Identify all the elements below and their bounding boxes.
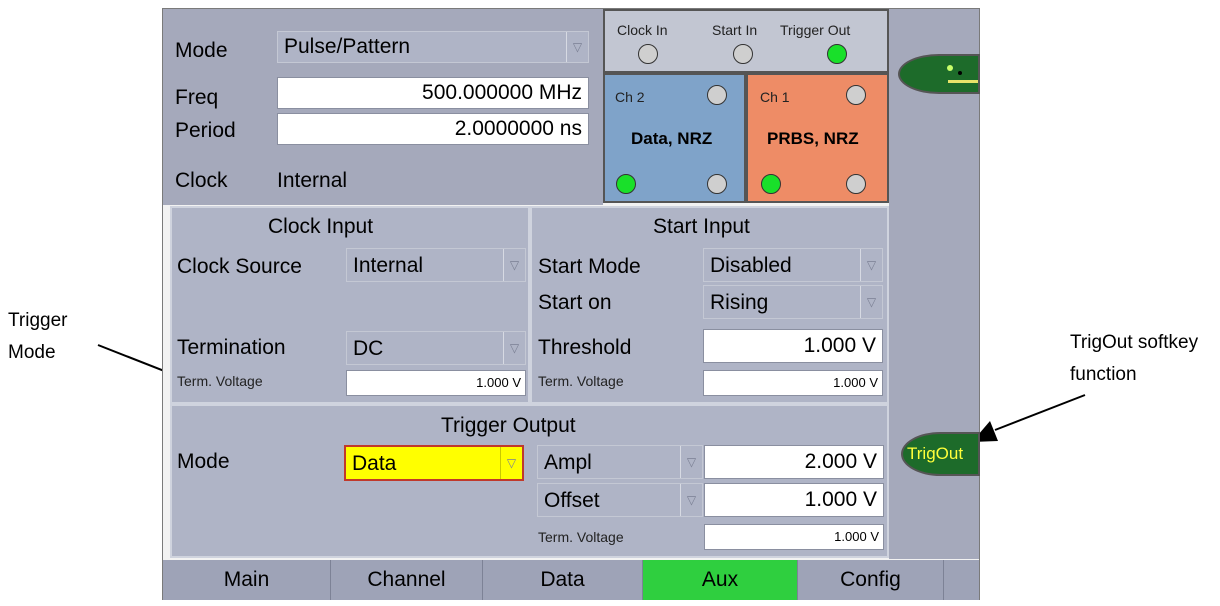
tab-aux-label: Aux — [701, 568, 739, 591]
ch2-connector-right — [707, 174, 727, 194]
trigger-mode-dropdown[interactable]: Data ▽ — [344, 445, 524, 481]
chevron-down-icon: ▽ — [860, 249, 882, 281]
chevron-down-icon: ▽ — [680, 484, 702, 516]
freq-field[interactable]: 500.000000 MHz — [277, 77, 589, 109]
clock-input-title: Clock Input — [268, 215, 374, 238]
instrument-screen: Mode Pulse/Pattern ▽ Freq 500.000000 MHz… — [162, 8, 980, 600]
period-label: Period — [175, 119, 236, 142]
trigger-out-label: Trigger Out — [780, 22, 851, 38]
mode-label: Mode — [175, 39, 228, 62]
offset-field[interactable]: 1.000 V — [704, 483, 884, 517]
start-term-voltage-label: Term. Voltage — [538, 373, 624, 389]
mode-dropdown[interactable]: Pulse/Pattern ▽ — [277, 31, 589, 63]
trigger-term-voltage-field[interactable]: 1.000 V — [704, 524, 884, 550]
tab-data[interactable]: Data — [483, 560, 643, 600]
connector-icon — [947, 65, 978, 83]
clock-source-value: Internal — [353, 254, 424, 277]
clock-source-label: Clock Source — [177, 255, 302, 278]
chevron-down-icon: ▽ — [503, 332, 525, 364]
start-in-connector — [733, 44, 753, 64]
clock-in-label: Clock In — [617, 22, 668, 38]
termination-label: Termination — [177, 336, 286, 359]
start-mode-value: Disabled — [710, 254, 792, 277]
trigger-out-connector — [827, 44, 847, 64]
trigout-softkey[interactable]: TrigOut — [901, 432, 980, 476]
chevron-down-icon: ▽ — [680, 446, 702, 478]
ch2-description: Data, NRZ — [631, 129, 713, 148]
ampl-label: Ampl — [544, 451, 592, 474]
trigger-mode-label: Mode — [177, 450, 230, 473]
ch1-description: PRBS, NRZ — [767, 129, 859, 148]
ampl-field[interactable]: 2.000 V — [704, 445, 884, 479]
termination-value: DC — [353, 337, 384, 360]
tab-channel[interactable]: Channel — [331, 560, 483, 600]
ch2-label: Ch 2 — [615, 89, 645, 105]
tab-config[interactable]: Config — [798, 560, 944, 600]
tab-channel-label: Channel — [367, 568, 446, 591]
clock-label: Clock — [175, 169, 228, 192]
ch2-connector-top — [707, 85, 727, 105]
start-input-title: Start Input — [653, 215, 750, 238]
offset-label: Offset — [544, 489, 600, 512]
clock-value: Internal — [277, 169, 348, 192]
connector-softkey[interactable] — [898, 54, 980, 94]
ampl-dropdown[interactable]: Ampl ▽ — [537, 445, 703, 479]
ch1-label: Ch 1 — [760, 89, 790, 105]
ch2-connector-left — [616, 174, 636, 194]
start-on-dropdown[interactable]: Rising ▽ — [703, 285, 883, 319]
threshold-field[interactable]: 1.000 V — [703, 329, 883, 363]
threshold-label: Threshold — [538, 336, 632, 359]
clock-term-voltage-label: Term. Voltage — [177, 373, 263, 389]
trigger-term-voltage-label: Term. Voltage — [538, 529, 624, 545]
trigout-softkey-label: TrigOut — [907, 444, 964, 463]
start-in-label: Start In — [712, 22, 758, 38]
chevron-down-icon: ▽ — [566, 32, 588, 62]
chevron-down-icon: ▽ — [860, 286, 882, 318]
trigger-output-title: Trigger Output — [441, 414, 576, 437]
clock-term-voltage-field[interactable]: 1.000 V — [346, 370, 526, 396]
tab-config-label: Config — [840, 568, 901, 591]
termination-dropdown[interactable]: DC ▽ — [346, 331, 526, 365]
start-mode-dropdown[interactable]: Disabled ▽ — [703, 248, 883, 282]
ch1-connector-right — [846, 174, 866, 194]
chevron-down-icon: ▽ — [503, 249, 525, 281]
start-term-voltage-field[interactable]: 1.000 V — [703, 370, 883, 396]
tab-data-label: Data — [540, 568, 585, 591]
trigger-mode-value: Data — [352, 452, 397, 475]
ch1-connector-top — [846, 85, 866, 105]
period-field[interactable]: 2.0000000 ns — [277, 113, 589, 145]
start-mode-label: Start Mode — [538, 255, 641, 278]
clock-source-dropdown[interactable]: Internal ▽ — [346, 248, 526, 282]
mode-value: Pulse/Pattern — [284, 35, 411, 58]
start-on-value: Rising — [710, 291, 769, 314]
tab-main-label: Main — [223, 568, 270, 591]
tab-aux[interactable]: Aux — [643, 560, 798, 600]
freq-label: Freq — [175, 86, 219, 109]
start-on-label: Start on — [538, 291, 612, 314]
ch1-connector-left — [761, 174, 781, 194]
tab-main[interactable]: Main — [163, 560, 331, 600]
clock-in-connector — [638, 44, 658, 64]
chevron-down-icon: ▽ — [500, 447, 522, 479]
offset-dropdown[interactable]: Offset ▽ — [537, 483, 703, 517]
